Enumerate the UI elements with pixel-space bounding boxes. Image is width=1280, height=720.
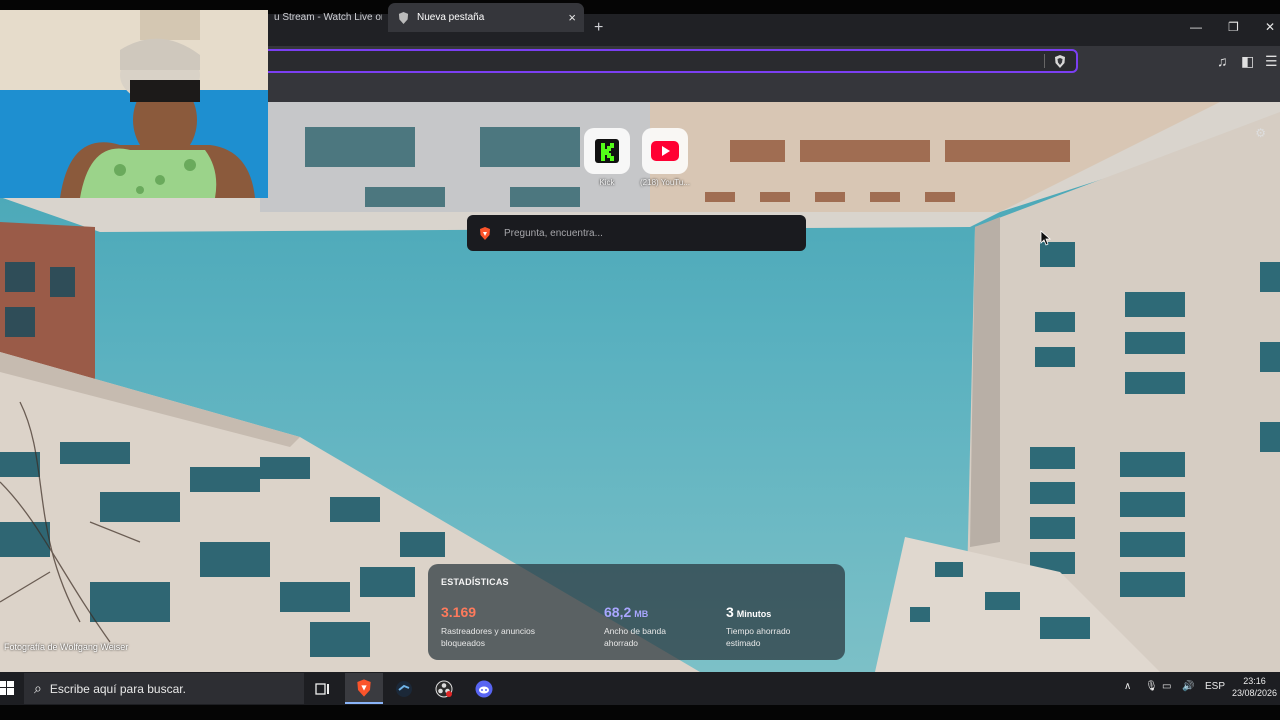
sidebar-toggle-icon[interactable]: ◧ <box>1241 53 1254 70</box>
brave-shield-icon <box>398 11 409 24</box>
steam-taskbar-icon[interactable] <box>385 673 423 704</box>
brave-logo-icon <box>480 226 490 240</box>
close-tab-icon[interactable]: × <box>568 10 576 25</box>
stat-label: Rastreadores y anuncios bloqueados <box>441 626 536 648</box>
minimize-button[interactable]: — <box>1190 20 1202 34</box>
mouse-cursor-icon <box>1040 230 1052 246</box>
brave-taskbar-icon[interactable] <box>345 673 383 704</box>
show-hidden-icons-chevron[interactable]: ∧ <box>1124 681 1131 692</box>
discord-taskbar-icon[interactable] <box>465 673 503 704</box>
system-clock[interactable]: 23:16 23/08/2026 <box>1232 675 1277 699</box>
task-view-icon[interactable] <box>304 673 342 704</box>
address-input[interactable] <box>248 51 1028 71</box>
photo-credit[interactable]: Fotografía de Wolfgang Weiser <box>4 642 128 652</box>
stat-value: 3 <box>726 604 734 620</box>
network-icon[interactable]: ▭ <box>1162 681 1171 692</box>
stat-label: Ancho de banda ahorrado <box>604 626 666 648</box>
microphone-icon[interactable]: 🎙 <box>1145 681 1158 692</box>
address-separator <box>1044 54 1045 68</box>
stat-value: 3.169 <box>441 604 477 620</box>
tab-label: u Stream - Watch Live on <box>274 12 382 23</box>
top-site-label: Kick <box>599 178 615 187</box>
stat-unit: MB <box>634 609 649 619</box>
search-icon: ⌕ <box>34 680 42 696</box>
clock-time: 23:16 <box>1243 676 1266 686</box>
stat-bandwidth: 68,2 MB Ancho de banda ahorrado <box>604 604 666 649</box>
webcam-overlay <box>0 10 268 198</box>
top-site-youtube[interactable]: (218) YouTu... <box>640 128 690 187</box>
new-tab-button[interactable]: + <box>594 19 603 37</box>
stats-widget: ESTADÍSTICAS 3.169 Rastreadores y anunci… <box>428 564 845 660</box>
stat-time: 3 Minutos Tiempo ahorrado estimado <box>726 604 790 649</box>
search-box[interactable] <box>467 215 806 251</box>
kick-icon <box>584 128 630 174</box>
address-bar[interactable] <box>246 49 1078 73</box>
windows-start-icon[interactable] <box>0 681 14 695</box>
tab-kick-stream[interactable]: u Stream - Watch Live on <box>270 3 382 32</box>
taskbar-search[interactable]: ⌕ Escribe aquí para buscar. <box>24 673 304 704</box>
clock-date: 23/08/2026 <box>1232 688 1278 698</box>
webcam-feed <box>0 10 268 198</box>
stat-unit: Minutos <box>736 609 772 619</box>
media-music-icon[interactable]: ♫ <box>1217 53 1228 69</box>
top-sites: Kick (218) YouTu... <box>584 128 690 187</box>
stat-value: 68,2 <box>604 604 632 620</box>
settings-gear-icon[interactable]: ⚙ <box>1255 126 1266 140</box>
tab-label: Nueva pestaña <box>417 12 485 23</box>
stat-label: Tiempo ahorrado estimado <box>726 626 791 648</box>
obs-taskbar-icon[interactable] <box>425 673 463 704</box>
close-window-button[interactable]: ✕ <box>1265 20 1275 34</box>
brave-shields-icon[interactable] <box>1054 55 1066 68</box>
youtube-icon <box>642 128 688 174</box>
tab-new-tab[interactable]: Nueva pestaña × <box>388 3 584 32</box>
volume-icon[interactable]: 🔊 <box>1182 681 1194 692</box>
top-site-kick[interactable]: Kick <box>584 128 630 187</box>
stats-title: ESTADÍSTICAS <box>441 577 509 587</box>
language-indicator[interactable]: ESP <box>1205 681 1225 692</box>
stat-trackers: 3.169 Rastreadores y anuncios bloqueados <box>441 604 535 649</box>
bottom-black-band <box>0 705 1280 720</box>
taskbar-search-text: Escribe aquí para buscar. <box>49 681 186 696</box>
search-input[interactable] <box>504 227 784 239</box>
menu-icon[interactable]: ☰ <box>1265 53 1278 70</box>
restore-button[interactable]: ❐ <box>1228 20 1239 34</box>
top-site-label: (218) YouTu... <box>640 178 690 187</box>
